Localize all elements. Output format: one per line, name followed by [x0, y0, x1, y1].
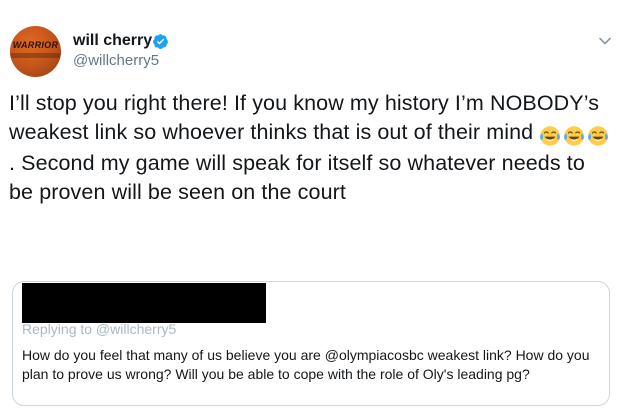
replying-to-label: Replying to @willcherry5 — [22, 321, 177, 337]
face-with-tears-of-joy-icon — [564, 126, 585, 146]
emoji-group — [539, 121, 611, 150]
quoted-tweet-text: How do you feel that many of us believe … — [22, 347, 590, 382]
tweet-text-part-2: . Second my game will speak for itself s… — [9, 151, 585, 204]
chevron-down-icon[interactable] — [597, 34, 613, 48]
face-with-tears-of-joy-icon — [588, 126, 609, 146]
tweet-body: I’ll stop you right there! If you know m… — [9, 89, 614, 206]
tweet-card[interactable]: WARRIOR will cherry @willcherry5 I’ll st… — [0, 0, 620, 411]
avatar[interactable]: WARRIOR — [10, 26, 61, 77]
avatar-stripe — [10, 53, 61, 58]
author-handle[interactable]: @willcherry5 — [73, 52, 159, 70]
verified-badge-icon — [153, 34, 168, 49]
avatar-logo-text: WARRIOR — [12, 40, 59, 50]
author-display-name[interactable]: will cherry — [73, 31, 152, 51]
tweet-text-part-1: I’ll stop you right there! If you know m… — [9, 91, 600, 144]
redacted-author-block — [22, 283, 266, 323]
face-with-tears-of-joy-icon — [540, 126, 561, 146]
